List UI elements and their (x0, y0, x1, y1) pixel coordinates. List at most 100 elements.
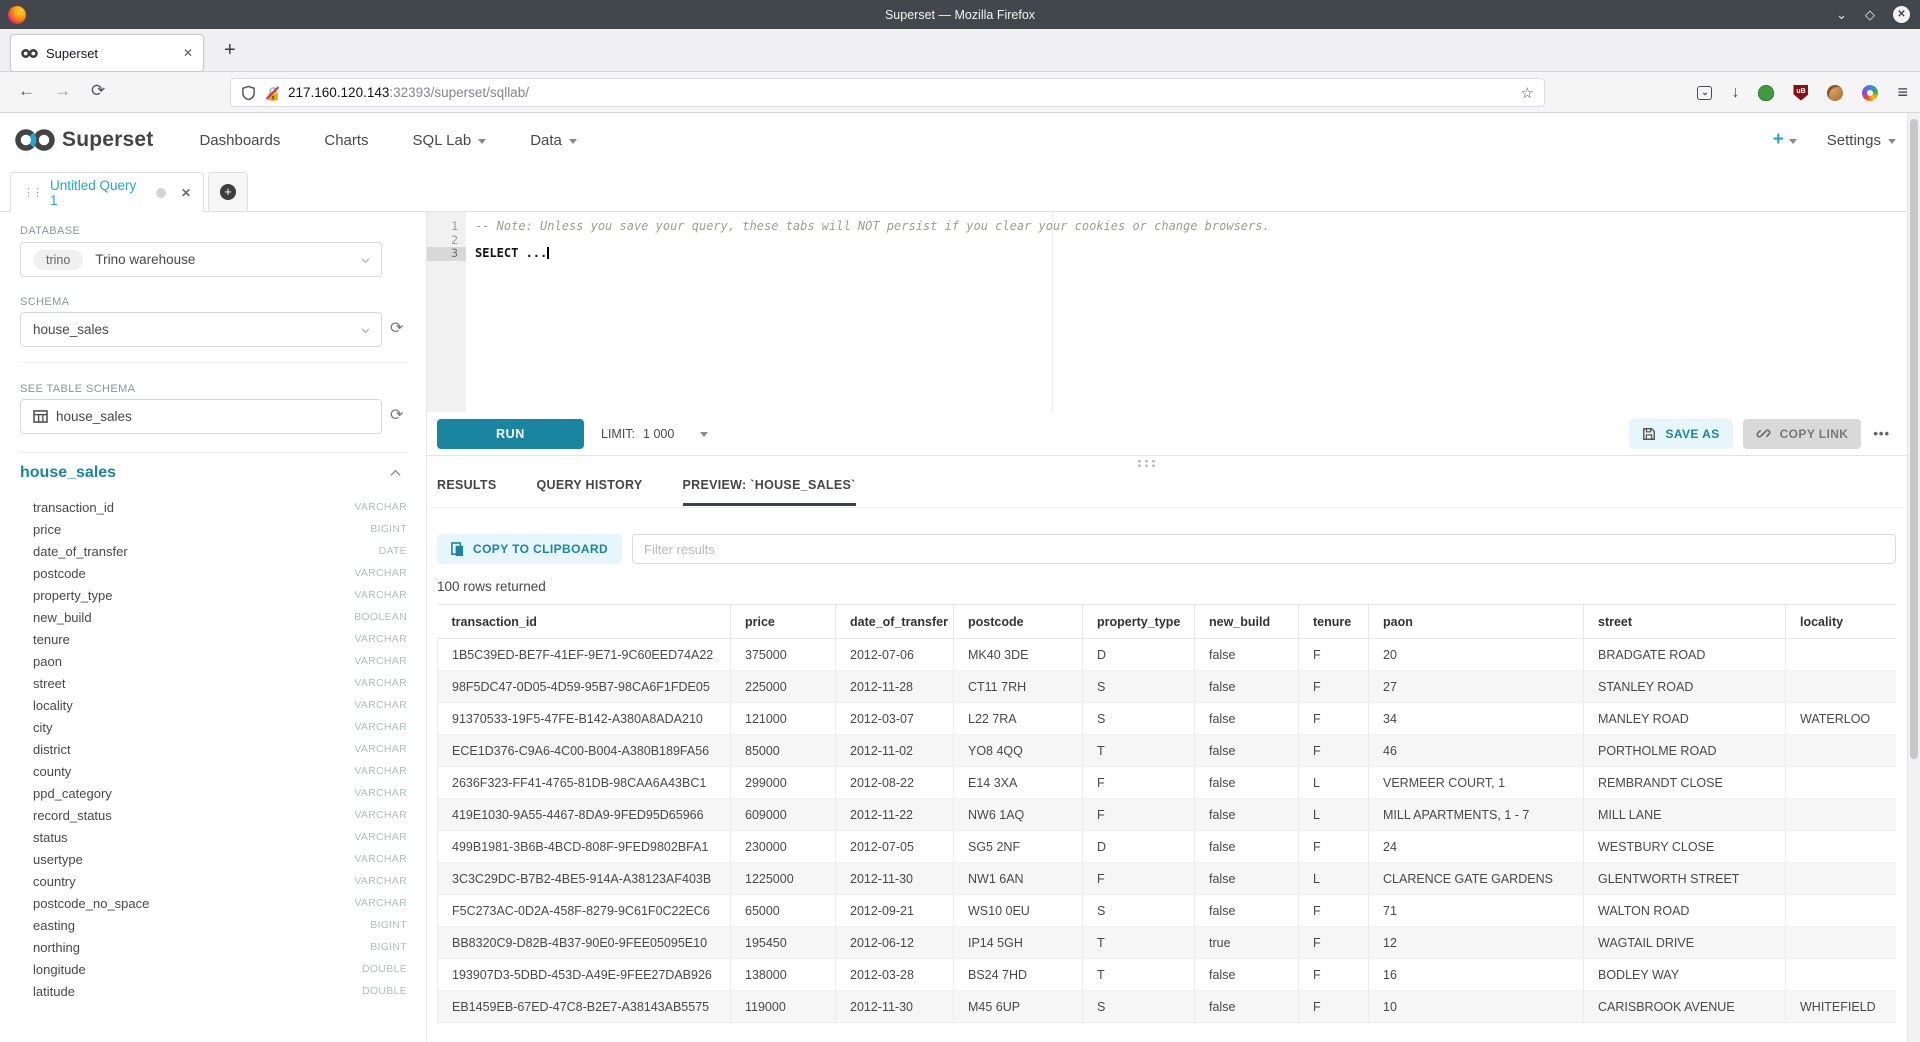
back-icon[interactable]: ← (18, 81, 35, 101)
downloads-icon[interactable]: ↓ (1731, 84, 1739, 102)
editor-code[interactable]: -- Note: Unless you save your query, the… (466, 212, 1920, 412)
table-column-row[interactable]: ppd_category VARCHAR (20, 782, 407, 804)
grid-header-cell[interactable]: street (1584, 605, 1786, 639)
run-button[interactable]: RUN (437, 419, 584, 449)
query-tab-active[interactable]: ⋮⋮ Untitled Query 1 ✕ (10, 172, 204, 212)
url-bar[interactable]: 🔒 217.160.120.143:32393/superset/sqllab/… (230, 78, 1545, 107)
ublock-icon[interactable]: uB (1793, 85, 1808, 101)
grid-data-row[interactable]: 91370533-19F5-47FE-B142-A380A8ADA210 121… (438, 703, 1897, 735)
grid-header-cell[interactable]: tenure (1299, 605, 1369, 639)
table-column-row[interactable]: district VARCHAR (20, 738, 407, 760)
grid-data-row[interactable]: 3C3C29DC-B7B2-4BE5-914A-A38123AF403B 122… (438, 863, 1897, 895)
page-scrollbar[interactable] (1907, 113, 1920, 1042)
table-column-row[interactable]: longitude DOUBLE (20, 958, 407, 980)
nav-charts[interactable]: Charts (324, 132, 368, 149)
table-column-row[interactable]: record_status VARCHAR (20, 804, 407, 826)
table-column-row[interactable]: transaction_id VARCHAR (20, 496, 407, 518)
grid-data-row[interactable]: EB1459EB-67ED-47C8-B2E7-A38143AB5575 119… (438, 991, 1897, 1023)
save-as-button[interactable]: SAVE AS (1629, 419, 1732, 449)
grid-header-cell[interactable]: transaction_id (438, 605, 731, 639)
drag-handle-icon[interactable]: ⋮⋮ (23, 186, 41, 199)
table-column-row[interactable]: date_of_transfer DATE (20, 540, 407, 562)
table-column-row[interactable]: postcode VARCHAR (20, 562, 407, 584)
minimize-icon[interactable]: ⌄ (1836, 8, 1847, 21)
reload-icon[interactable]: ⟳ (91, 81, 105, 101)
extension-privacy-icon[interactable] (1758, 85, 1774, 101)
table-column-row[interactable]: paon VARCHAR (20, 650, 407, 672)
table-column-row[interactable]: property_type VARCHAR (20, 584, 407, 606)
grid-header-cell[interactable]: price (731, 605, 836, 639)
pocket-icon[interactable]: ⌄ (1697, 86, 1712, 100)
chevron-up-icon[interactable] (390, 469, 401, 477)
table-column-row[interactable]: street VARCHAR (20, 672, 407, 694)
add-query-tab-button[interactable]: + (208, 172, 248, 212)
filter-results-input[interactable] (632, 534, 1896, 564)
maximize-icon[interactable]: ◇ (1865, 8, 1875, 21)
copy-to-clipboard-button[interactable]: COPY TO CLIPBOARD (437, 534, 622, 564)
grid-data-row[interactable]: 1B5C39ED-BE7F-41EF-9E71-9C60EED74A22 375… (438, 639, 1897, 671)
extension-pinwheel-icon[interactable] (1862, 85, 1878, 101)
schema-select[interactable]: house_sales (20, 312, 382, 347)
grid-data-row[interactable]: 499B1981-3B6B-4BCD-808F-9FED9802BFA1 230… (438, 831, 1897, 863)
browser-tab-superset[interactable]: Superset ✕ (10, 34, 204, 72)
table-schema-heading[interactable]: house_sales (20, 464, 116, 482)
table-column-row[interactable]: easting BIGINT (20, 914, 407, 936)
table-column-row[interactable]: country VARCHAR (20, 870, 407, 892)
tracking-shield-icon[interactable] (241, 85, 256, 101)
superset-logo[interactable]: Superset (14, 127, 153, 153)
pane-drag-handle[interactable] (1136, 459, 1159, 467)
menu-icon[interactable]: ≡ (1897, 82, 1908, 103)
grid-data-row[interactable]: 193907D3-5DBD-453D-A49E-9FEE27DAB926 138… (438, 959, 1897, 991)
insecure-lock-icon[interactable]: 🔒 (265, 85, 279, 101)
new-tab-button[interactable]: + (224, 39, 236, 62)
grid-data-row[interactable]: F5C273AC-0D2A-458F-8279-9C61F0C22EC6 650… (438, 895, 1897, 927)
table-column-row[interactable]: county VARCHAR (20, 760, 407, 782)
grid-header-cell[interactable]: property_type (1083, 605, 1195, 639)
nav-dashboards[interactable]: Dashboards (199, 132, 280, 149)
limit-dropdown[interactable]: LIMIT: 1 000 (601, 427, 708, 441)
table-column-row[interactable]: city VARCHAR (20, 716, 407, 738)
table-select[interactable]: house_sales (20, 399, 382, 434)
refresh-schemas-icon[interactable]: ⟳ (390, 320, 408, 338)
url-text[interactable]: 217.160.120.143:32393/superset/sqllab/ (288, 85, 1521, 100)
table-column-row[interactable]: usertype VARCHAR (20, 848, 407, 870)
grid-header-cell[interactable]: date_of_transfer (836, 605, 954, 639)
column-type: VARCHAR (354, 897, 407, 909)
table-column-row[interactable]: price BIGINT (20, 518, 407, 540)
close-query-tab-icon[interactable]: ✕ (181, 186, 191, 200)
tab-query-history[interactable]: QUERY HISTORY (537, 478, 643, 506)
bookmark-star-icon[interactable]: ☆ (1521, 84, 1534, 102)
scrollbar-thumb[interactable] (1910, 119, 1918, 759)
sql-editor[interactable]: 1 2 3 -- Note: Unless you save your quer… (427, 212, 1920, 412)
table-column-row[interactable]: locality VARCHAR (20, 694, 407, 716)
grid-data-row[interactable]: 419E1030-9A55-4467-8DA9-9FED95D65966 609… (438, 799, 1897, 831)
copy-link-button[interactable]: COPY LINK (1743, 419, 1862, 449)
table-column-row[interactable]: new_build BOOLEAN (20, 606, 407, 628)
forward-icon[interactable]: → (54, 81, 71, 101)
nav-sql-lab[interactable]: SQL Lab (413, 132, 487, 149)
close-tab-icon[interactable]: ✕ (183, 46, 193, 60)
database-select[interactable]: trino Trino warehouse (20, 242, 382, 277)
grid-data-row[interactable]: BB8320C9-D82B-4B37-90E0-9FEE05095E10 195… (438, 927, 1897, 959)
table-column-row[interactable]: status VARCHAR (20, 826, 407, 848)
new-item-button[interactable]: + (1773, 129, 1797, 151)
tab-results[interactable]: RESULTS (437, 478, 497, 506)
nav-data[interactable]: Data (530, 132, 577, 149)
table-column-row[interactable]: postcode_no_space VARCHAR (20, 892, 407, 914)
grid-header-cell[interactable]: postcode (954, 605, 1083, 639)
table-column-row[interactable]: latitude DOUBLE (20, 980, 407, 1002)
table-column-row[interactable]: tenure VARCHAR (20, 628, 407, 650)
grid-header-cell[interactable]: locality (1786, 605, 1897, 639)
refresh-tables-icon[interactable]: ⟳ (390, 407, 408, 425)
cookie-extension-icon[interactable] (1827, 85, 1843, 101)
tab-preview-house-sales[interactable]: PREVIEW: `HOUSE_SALES` (683, 478, 856, 506)
table-column-row[interactable]: northing BIGINT (20, 936, 407, 958)
close-window-icon[interactable]: ✕ (1893, 6, 1910, 23)
grid-data-row[interactable]: 98F5DC47-0D05-4D59-95B7-98CA6F1FDE05 225… (438, 671, 1897, 703)
settings-menu[interactable]: Settings (1827, 132, 1896, 149)
grid-data-row[interactable]: ECE1D376-C9A6-4C00-B004-A380B189FA56 850… (438, 735, 1897, 767)
grid-header-cell[interactable]: paon (1369, 605, 1584, 639)
more-options-button[interactable]: ••• (1873, 426, 1890, 441)
grid-header-cell[interactable]: new_build (1195, 605, 1299, 639)
grid-data-row[interactable]: 2636F323-FF41-4765-81DB-98CAA6A43BC1 299… (438, 767, 1897, 799)
